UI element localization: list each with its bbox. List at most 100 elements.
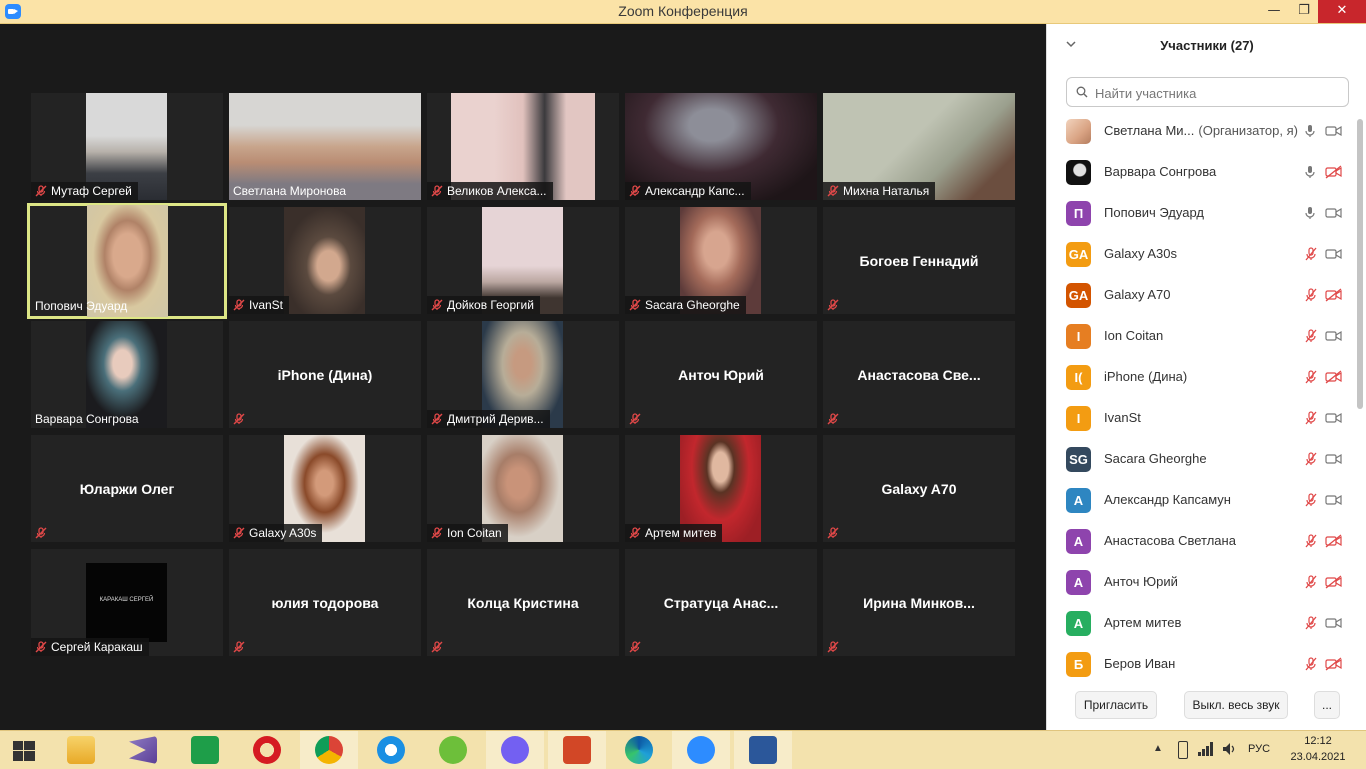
- participant-row[interactable]: П Попович Эдуард: [1047, 193, 1355, 234]
- invite-button[interactable]: Пригласить: [1075, 691, 1157, 719]
- microphone-muted-icon[interactable]: [1304, 493, 1318, 512]
- search-input[interactable]: [1093, 82, 1347, 104]
- speaker-icon[interactable]: [1222, 742, 1238, 756]
- participant-row[interactable]: А Анастасова Светлана: [1047, 521, 1355, 562]
- video-tile[interactable]: Александр Капс...: [625, 93, 817, 200]
- microphone-muted-icon[interactable]: [1304, 370, 1318, 389]
- video-tile[interactable]: Артем митев: [625, 435, 817, 542]
- camera-off-icon[interactable]: [1325, 575, 1342, 594]
- microphone-muted-icon[interactable]: [1304, 657, 1318, 676]
- opera-icon[interactable]: [238, 731, 296, 769]
- video-tile[interactable]: Варвара Сонгрова: [31, 321, 223, 428]
- participant-row[interactable]: Светлана Ми... (Организатор, я): [1047, 111, 1355, 152]
- video-tile[interactable]: Великов Алекса...: [427, 93, 619, 200]
- video-tile[interactable]: Sacara Gheorghe: [625, 207, 817, 314]
- video-tile[interactable]: Дойков Георгий: [427, 207, 619, 314]
- video-tile[interactable]: Колца Кристина: [427, 549, 619, 656]
- participant-row[interactable]: GA Galaxy A70: [1047, 275, 1355, 316]
- camera-icon[interactable]: [1325, 247, 1342, 265]
- more-button[interactable]: ...: [1314, 691, 1340, 719]
- camera-icon[interactable]: [1325, 493, 1342, 511]
- powerpoint-icon[interactable]: [548, 731, 606, 769]
- zoom-taskbar-icon[interactable]: [672, 731, 730, 769]
- camera-icon[interactable]: [1325, 452, 1342, 470]
- video-tile[interactable]: Ion Coitan: [427, 435, 619, 542]
- video-tile[interactable]: Анточ Юрий: [625, 321, 817, 428]
- participant-row[interactable]: GA Galaxy A30s: [1047, 234, 1355, 275]
- camera-icon[interactable]: [1325, 206, 1342, 224]
- microphone-icon[interactable]: [1304, 165, 1316, 184]
- microphone-muted-icon[interactable]: [1304, 288, 1318, 307]
- video-tile[interactable]: Богоев Геннадий: [823, 207, 1015, 314]
- scrollbar[interactable]: [1357, 119, 1363, 409]
- tile-display-name: Анастасова Све...: [857, 367, 981, 383]
- viber-icon[interactable]: [486, 731, 544, 769]
- video-tile[interactable]: Galaxy A70: [823, 435, 1015, 542]
- participant-row[interactable]: А Артем митев: [1047, 603, 1355, 644]
- visual-studio-icon[interactable]: [114, 731, 172, 769]
- participant-row[interactable]: А Анточ Юрий: [1047, 562, 1355, 603]
- camera-off-icon[interactable]: [1325, 370, 1342, 389]
- battery-icon[interactable]: [1178, 741, 1188, 759]
- windows-start-icon[interactable]: [0, 731, 48, 769]
- mute-all-button[interactable]: Выкл. весь звук: [1184, 691, 1288, 719]
- chrome-icon[interactable]: [300, 731, 358, 769]
- video-tile-active-speaker[interactable]: Попович Эдуард: [27, 203, 227, 319]
- microphone-muted-icon[interactable]: [1304, 411, 1318, 430]
- participant-row[interactable]: I(iPhone (Дина): [1047, 357, 1355, 398]
- microphone-muted-icon[interactable]: [1304, 534, 1318, 553]
- video-tile[interactable]: IvanSt: [229, 207, 421, 314]
- mic-muted-icon: [827, 413, 839, 425]
- camera-off-icon[interactable]: [1325, 657, 1342, 676]
- microphone-muted-icon[interactable]: [1304, 247, 1318, 266]
- camera-icon[interactable]: [1325, 616, 1342, 634]
- file-explorer-icon[interactable]: [52, 731, 110, 769]
- participant-row[interactable]: I Ion Coitan: [1047, 316, 1355, 357]
- video-tile[interactable]: Стратуца Анас...: [625, 549, 817, 656]
- participant-row[interactable]: SG Sacara Gheorghe: [1047, 439, 1355, 480]
- camera-icon[interactable]: [1325, 411, 1342, 429]
- video-tile[interactable]: Ирина Минков...: [823, 549, 1015, 656]
- participant-row[interactable]: Варвара Сонгрова: [1047, 152, 1355, 193]
- video-tile[interactable]: Мутаф Сергей: [31, 93, 223, 200]
- video-tile[interactable]: Дмитрий Дерив...: [427, 321, 619, 428]
- microphone-muted-icon[interactable]: [1304, 329, 1318, 348]
- participant-row[interactable]: I IvanSt: [1047, 398, 1355, 439]
- microsoft-store-icon[interactable]: [176, 731, 234, 769]
- video-tile[interactable]: Юларжи Олег: [31, 435, 223, 542]
- microphone-icon[interactable]: [1304, 206, 1316, 225]
- edge-icon[interactable]: [610, 731, 668, 769]
- participant-row[interactable]: Б Беров Иван: [1047, 644, 1355, 685]
- utorrent-icon[interactable]: [424, 731, 482, 769]
- microphone-icon[interactable]: [1304, 124, 1316, 143]
- chevron-up-icon[interactable]: ▲: [1153, 743, 1163, 754]
- microphone-muted-icon[interactable]: [1304, 575, 1318, 594]
- participant-name: IvanSt: [1104, 410, 1141, 425]
- minimize-button[interactable]: —: [1259, 0, 1289, 23]
- participant-row[interactable]: А Александр Капсамун: [1047, 480, 1355, 521]
- video-tile[interactable]: Михна Наталья: [823, 93, 1015, 200]
- tile-name: Варвара Сонгрова: [35, 412, 139, 426]
- video-tile[interactable]: Galaxy A30s: [229, 435, 421, 542]
- internet-explorer-icon[interactable]: [362, 731, 420, 769]
- video-tile[interactable]: Анастасова Све...: [823, 321, 1015, 428]
- video-tile[interactable]: КАРАКАШ СЕРГЕЙ Сергей Каракаш: [31, 549, 223, 656]
- camera-off-icon[interactable]: [1325, 534, 1342, 553]
- video-tile[interactable]: юлия тодорова: [229, 549, 421, 656]
- video-tile[interactable]: iPhone (Дина): [229, 321, 421, 428]
- language-indicator[interactable]: РУС: [1248, 743, 1270, 755]
- clock[interactable]: 12:12 23.04.2021: [1285, 733, 1351, 765]
- search-box[interactable]: [1066, 77, 1349, 107]
- participants-panel: Участники (27) Светлана Ми...(Организато…: [1046, 24, 1366, 730]
- word-icon[interactable]: [734, 731, 792, 769]
- video-tile[interactable]: Светлана Миронова: [229, 93, 421, 200]
- restore-button[interactable]: ❐: [1289, 0, 1319, 23]
- microphone-muted-icon[interactable]: [1304, 452, 1318, 471]
- camera-icon[interactable]: [1325, 329, 1342, 347]
- camera-icon[interactable]: [1325, 124, 1342, 142]
- signal-icon[interactable]: [1198, 742, 1214, 756]
- microphone-muted-icon[interactable]: [1304, 616, 1318, 635]
- close-button[interactable]: ✕: [1318, 0, 1366, 23]
- camera-off-icon[interactable]: [1325, 165, 1342, 184]
- camera-off-icon[interactable]: [1325, 288, 1342, 307]
